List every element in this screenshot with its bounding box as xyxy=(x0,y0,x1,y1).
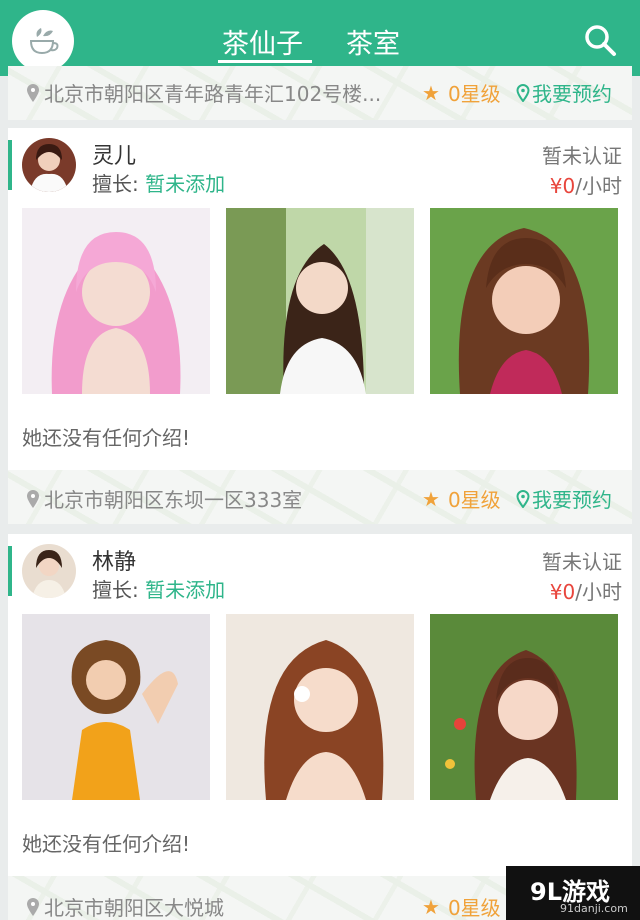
accent-bar xyxy=(8,140,12,190)
profile-photo[interactable] xyxy=(430,614,618,800)
skill-label: 擅长: xyxy=(92,578,139,602)
tab-tea-room[interactable]: 茶室 xyxy=(346,22,400,61)
price: ¥0/小时 xyxy=(550,170,622,199)
star-rating: ★ 0星级 xyxy=(422,484,501,513)
book-pin-icon xyxy=(516,489,530,508)
price-value: ¥0 xyxy=(549,580,576,604)
price-value: ¥0 xyxy=(549,174,576,198)
book-button[interactable]: 我要预约 xyxy=(516,484,612,513)
watermark-site: 91danji.com xyxy=(560,902,628,915)
location-pin-icon xyxy=(27,897,39,916)
star-text: 0星级 xyxy=(447,488,501,512)
star-icon: ★ xyxy=(422,80,440,105)
star-icon: ★ xyxy=(422,894,440,919)
app-logo[interactable] xyxy=(12,10,74,72)
site-watermark: 9L游戏 91danji.com xyxy=(506,866,640,920)
skill-row: 擅长: 暂未添加 xyxy=(92,574,225,603)
profile-photo[interactable] xyxy=(22,208,210,394)
star-rating: ★ 0星级 xyxy=(422,892,501,920)
address-strip: 北京市朝阳区青年路青年汇102号楼... ★ 0星级 我要预约 xyxy=(8,66,632,120)
address: 北京市朝阳区大悦城 xyxy=(26,892,224,920)
book-label: 我要预约 xyxy=(532,82,612,106)
top-header: 茶仙子 茶室 xyxy=(0,0,640,76)
profile-photo[interactable] xyxy=(430,208,618,394)
star-rating: ★ 0星级 xyxy=(422,78,501,107)
profile-card[interactable]: 林静 擅长: 暂未添加 暂未认证 ¥0/小时 她还没有任何介绍! xyxy=(8,534,632,876)
active-tab-indicator xyxy=(218,60,312,63)
address-strip: 北京市朝阳区东坝一区333室 ★ 0星级 我要预约 xyxy=(8,470,632,524)
price-unit: /小时 xyxy=(575,580,622,604)
profile-photo[interactable] xyxy=(226,208,414,394)
profile-intro: 她还没有任何介绍! xyxy=(22,832,191,856)
star-text: 0星级 xyxy=(447,82,501,106)
star-text: 0星级 xyxy=(447,896,501,920)
address-text: 北京市朝阳区青年路青年汇102号楼... xyxy=(44,82,382,106)
tab-tea-fairy[interactable]: 茶仙子 xyxy=(222,22,303,61)
skill-label: 擅长: xyxy=(92,172,139,196)
profile-intro: 她还没有任何介绍! xyxy=(22,426,191,450)
address: 北京市朝阳区东坝一区333室 xyxy=(26,484,302,513)
search-icon[interactable] xyxy=(582,22,618,58)
profile-photo[interactable] xyxy=(22,614,210,800)
profile-card[interactable]: 灵儿 擅长: 暂未添加 暂未认证 ¥0/小时 她还没有任何介绍! xyxy=(8,128,632,470)
certification-status: 暂未认证 xyxy=(542,144,622,168)
profile-photo[interactable] xyxy=(226,614,414,800)
location-pin-icon xyxy=(27,83,39,102)
avatar[interactable] xyxy=(22,138,76,192)
certification-status: 暂未认证 xyxy=(542,550,622,574)
star-icon: ★ xyxy=(422,486,440,511)
accent-bar xyxy=(8,546,12,596)
book-button[interactable]: 我要预约 xyxy=(516,78,612,107)
skill-row: 擅长: 暂未添加 xyxy=(92,168,225,197)
avatar[interactable] xyxy=(22,544,76,598)
skill-value: 暂未添加 xyxy=(145,172,226,196)
address-text: 北京市朝阳区东坝一区333室 xyxy=(44,488,303,512)
book-label: 我要预约 xyxy=(532,488,612,512)
book-pin-icon xyxy=(516,83,530,102)
price: ¥0/小时 xyxy=(550,576,622,605)
skill-value: 暂未添加 xyxy=(145,578,226,602)
tea-cup-icon xyxy=(29,28,59,55)
address-text: 北京市朝阳区大悦城 xyxy=(44,896,224,920)
price-unit: /小时 xyxy=(575,174,622,198)
location-pin-icon xyxy=(27,489,39,508)
address: 北京市朝阳区青年路青年汇102号楼... xyxy=(26,78,381,107)
profile-name: 灵儿 xyxy=(92,144,137,169)
profile-name: 林静 xyxy=(92,550,137,575)
